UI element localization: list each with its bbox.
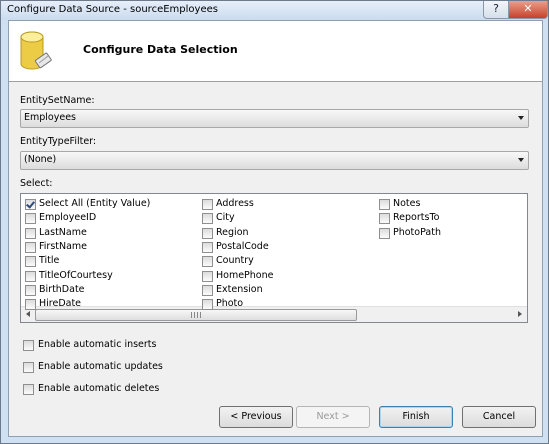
scroll-left-icon[interactable] [26, 311, 30, 317]
column-label: Notes [393, 198, 421, 209]
column-label: City [216, 212, 235, 224]
column-checkbox[interactable] [25, 199, 36, 210]
previous-button[interactable]: < Previous [219, 406, 293, 428]
column-label: PhotoPath [393, 226, 441, 238]
select-column-list[interactable]: Select All (Entity Value) EmployeeID LastN… [20, 193, 528, 323]
select-label: Select: [20, 178, 53, 189]
column-label: Title [39, 255, 60, 267]
column-label: PostalCode [216, 240, 269, 252]
chevron-down-icon [518, 116, 524, 120]
column-checkbox[interactable] [202, 213, 213, 225]
chevron-down-icon [518, 158, 524, 162]
next-button[interactable]: Next > [296, 406, 370, 428]
column-label: Photo [216, 298, 244, 310]
database-icon [20, 31, 52, 70]
dialog-content: Configure Data Selection EntitySetName: … [8, 20, 543, 437]
column-checkbox[interactable] [25, 256, 36, 268]
column-label: Address [216, 198, 254, 209]
entity-type-label: EntityTypeFilter: [20, 136, 97, 147]
column-label: Select All (Entity Value) [39, 198, 151, 209]
entity-set-value: Employees [24, 112, 76, 123]
column-checkbox[interactable] [25, 241, 36, 253]
grip-icon [191, 312, 201, 318]
entity-set-combo[interactable]: Employees [20, 109, 529, 128]
column-label: Region [216, 226, 249, 238]
enable-updates-checkbox[interactable] [23, 362, 34, 373]
horizontal-scrollbar[interactable] [21, 306, 527, 322]
column-label: ReportsTo [393, 212, 440, 224]
column-label: FirstName [39, 240, 88, 252]
column-checkbox[interactable] [202, 199, 213, 210]
enable-inserts-label: Enable automatic inserts [38, 339, 157, 350]
column-label: BirthDate [39, 283, 85, 295]
dialog-window: Configure Data Source - sourceEmployees … [0, 0, 549, 444]
column-checkbox[interactable] [202, 241, 213, 253]
wizard-banner: Configure Data Selection [9, 21, 542, 82]
enable-inserts-checkbox[interactable] [23, 340, 34, 351]
column-label: EmployeeID [39, 212, 97, 224]
close-button[interactable]: ✕ [508, 1, 548, 19]
column-checkbox[interactable] [25, 213, 36, 225]
column-checkbox[interactable] [25, 227, 36, 239]
scroll-right-icon[interactable] [518, 311, 522, 317]
column-checkbox[interactable] [202, 284, 213, 296]
finish-button[interactable]: Finish [379, 406, 453, 428]
column-label: HomePhone [216, 269, 274, 281]
help-button[interactable]: ? [483, 1, 509, 19]
column-checkbox[interactable] [202, 227, 213, 239]
enable-deletes-checkbox[interactable] [23, 384, 34, 395]
entity-set-label: EntitySetName: [20, 95, 95, 106]
column-checkbox[interactable] [379, 227, 390, 239]
column-checkbox[interactable] [379, 213, 390, 225]
column-checkbox[interactable] [202, 299, 213, 311]
column-checkbox[interactable] [25, 299, 36, 311]
banner-title: Configure Data Selection [83, 43, 238, 56]
column-checkbox[interactable] [202, 256, 213, 268]
column-label: LastName [39, 226, 87, 238]
enable-deletes-label: Enable automatic deletes [38, 383, 160, 394]
column-checkbox[interactable] [379, 199, 390, 210]
window-title: Configure Data Source - sourceEmployees [7, 4, 218, 15]
column-label: Extension [216, 283, 263, 295]
column-label: HireDate [39, 298, 82, 310]
scrollbar-thumb[interactable] [35, 309, 357, 321]
entity-type-combo[interactable]: (None) [20, 151, 529, 170]
column-label: Country [216, 255, 254, 267]
column-label: TitleOfCourtesy [39, 269, 113, 281]
column-checkbox[interactable] [202, 270, 213, 282]
cancel-button[interactable]: Cancel [462, 406, 536, 428]
enable-updates-label: Enable automatic updates [38, 361, 163, 372]
title-bar: Configure Data Source - sourceEmployees … [1, 1, 548, 20]
column-checkbox[interactable] [25, 284, 36, 296]
entity-type-value: (None) [24, 154, 57, 165]
column-checkbox[interactable] [25, 270, 36, 282]
